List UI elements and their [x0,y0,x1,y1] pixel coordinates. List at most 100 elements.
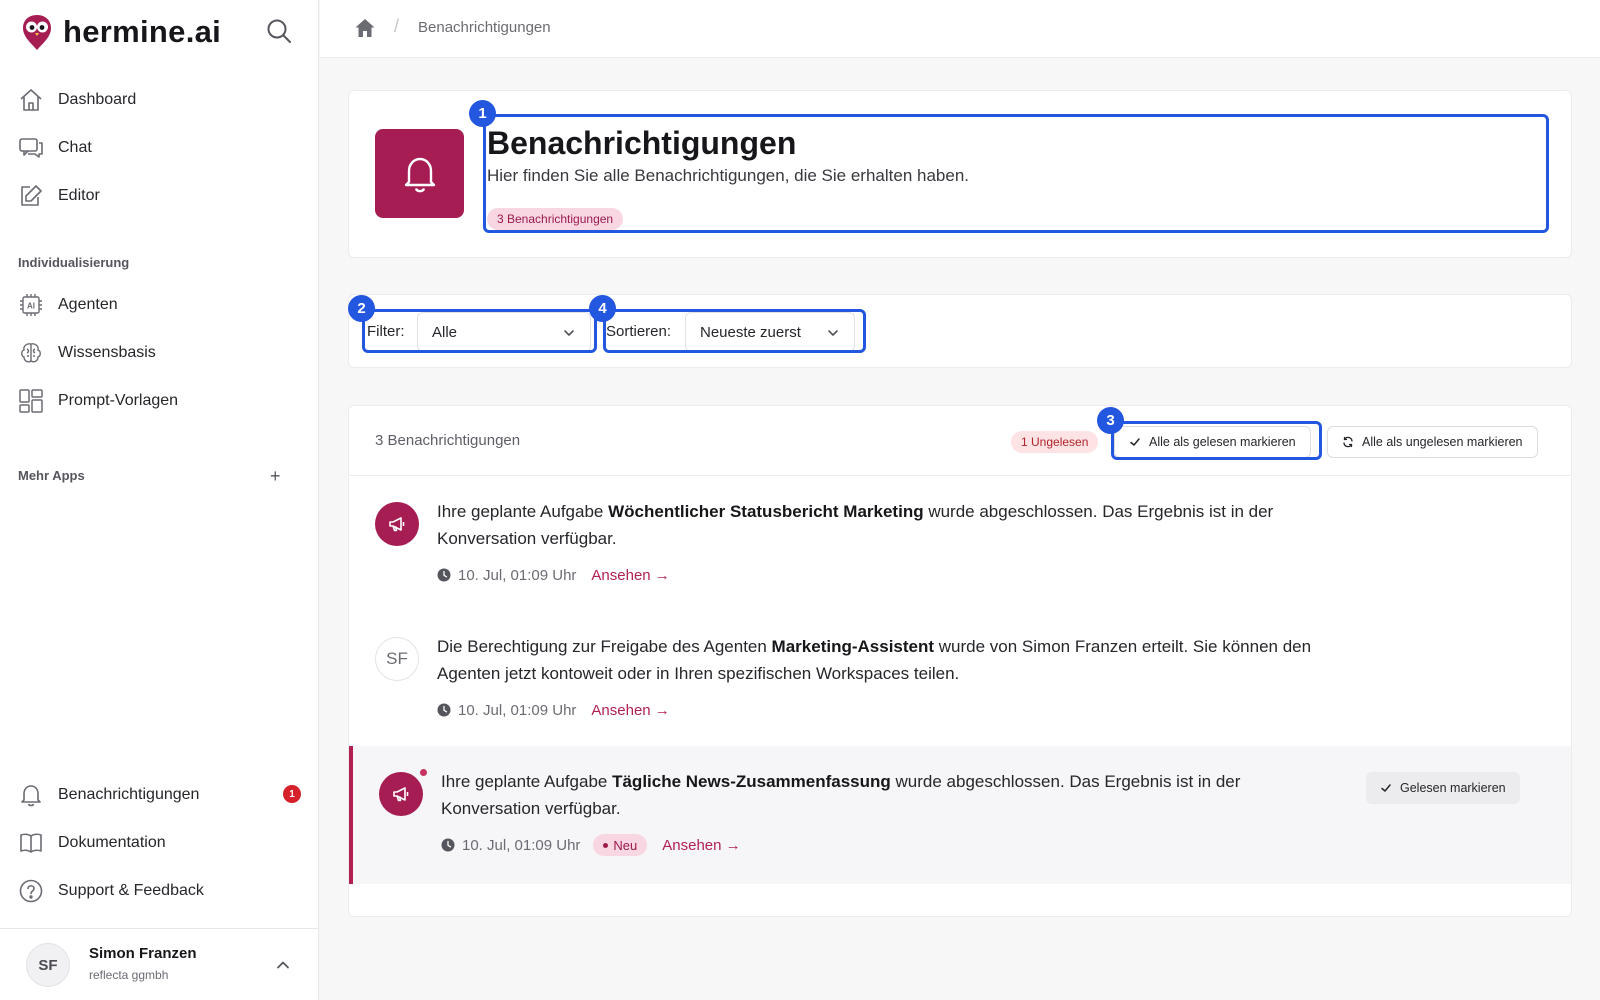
template-icon [19,389,43,413]
notification-text: Ihre geplante Aufgabe Wöchentlicher Stat… [437,502,1274,548]
sidebar-item-chat[interactable]: Chat [18,131,92,165]
brand[interactable]: hermine.ai [20,10,221,54]
home-icon[interactable] [354,17,376,39]
breadcrumb-separator: / [394,16,400,36]
clock-icon [441,838,455,852]
brand-name: hermine.ai [63,14,222,49]
sort-label: Sortieren: [606,323,672,340]
megaphone-icon [375,502,419,546]
check-icon [1381,784,1391,792]
clock-icon [437,568,451,582]
mark-read-button[interactable]: Gelesen markieren [1366,772,1520,804]
edit-icon [21,185,42,206]
sort-select-value: Neueste zuerst [700,323,801,341]
user-panel[interactable]: SF Simon Franzen reflecta ggmbh [0,928,319,1000]
callout-number-2: 2 [348,295,375,322]
sidebar-item-dashboard[interactable]: Dashboard [18,83,136,117]
sidebar-item-label: Chat [58,139,92,156]
callout-number-4: 4 [589,295,616,322]
mark-read-label: Gelesen markieren [1400,781,1506,795]
check-icon [1130,438,1140,446]
notification-list: 3 Benachrichtigungen 1 Ungelesen Alle al… [348,405,1572,917]
view-link[interactable]: Ansehen → [591,567,669,584]
chat-icon [19,138,43,158]
user-name: Simon Franzen [89,945,197,962]
mark-all-unread-label: Alle als ungelesen markieren [1362,435,1523,449]
view-link[interactable]: Ansehen → [591,702,669,719]
sidebar-item-dokumentation[interactable]: Dokumentation [18,826,166,860]
megaphone-icon [379,772,423,816]
chevron-up-icon[interactable] [275,957,291,973]
user-org: reflecta ggmbh [89,968,169,982]
avatar: SF [375,637,419,681]
filter-select-value: Alle [432,323,458,341]
sort-select[interactable]: Neueste zuerst [685,312,855,352]
section-label-individualisierung: Individualisierung [18,255,130,270]
brain-icon [21,343,41,363]
callout-number-1: 1 [469,100,496,127]
bell-icon [21,785,41,807]
notification-item[interactable]: SF Die Berechtigung zur Freigabe des Age… [349,611,1571,749]
ai-chip-icon: AI [20,294,42,316]
notification-text: Ihre geplante Aufgabe Tägliche News-Zusa… [441,772,1241,818]
home-icon [20,89,42,111]
owl-logo-icon [23,15,51,50]
breadcrumb: / Benachrichtigungen [320,0,1600,58]
notification-meta: 10. Jul, 01:09 Uhr Ansehen → [437,564,670,586]
sidebar-item-label: Benachrichtigungen [58,786,200,803]
avatar: SF [26,943,70,987]
add-app-button[interactable]: + [270,466,281,486]
notification-item[interactable]: Ihre geplante Aufgabe Wöchentlicher Stat… [349,476,1571,614]
unread-badge: 1 Ungelesen [1011,431,1099,453]
sidebar-item-editor[interactable]: Editor [18,179,100,213]
page-subtitle: Hier finden Sie alle Benachrichtigungen,… [487,166,969,185]
sidebar-item-label: Wissensbasis [58,344,156,361]
sidebar-item-prompt-vorlagen[interactable]: Prompt-Vorlagen [18,384,178,418]
notification-count-pill: 3 Benachrichtigungen [487,208,624,230]
breadcrumb-current: Benachrichtigungen [418,19,551,36]
page-header-card: Benachrichtigungen Hier finden Sie alle … [348,90,1572,258]
filter-select[interactable]: Alle [417,312,591,352]
search-icon[interactable] [264,16,294,46]
refresh-icon [1343,436,1353,448]
bell-icon [404,157,435,192]
sidebar-item-label: Support & Feedback [58,882,204,899]
unread-dot [418,767,429,778]
notification-time: 10. Jul, 01:09 Uhr [462,836,581,854]
sidebar-item-wissensbasis[interactable]: Wissensbasis [18,336,156,370]
sidebar-item-support[interactable]: Support & Feedback [18,874,204,908]
book-icon [20,833,42,853]
section-label-mehr-apps: Mehr Apps [18,468,85,483]
new-badge: Neu [593,834,648,856]
sidebar-item-label: Dashboard [58,91,137,108]
page-icon [375,129,464,218]
page-title: Benachrichtigungen [487,125,797,161]
sidebar: hermine.ai Dashboard Chat Editor Individ… [0,0,319,1000]
notification-meta: 10. Jul, 01:09 Uhr Ansehen → [437,699,670,721]
svg-text:AI: AI [27,302,35,311]
list-header: 3 Benachrichtigungen 1 Ungelesen Alle al… [349,406,1571,476]
mark-all-read-button[interactable]: Alle als gelesen markieren [1114,426,1311,458]
help-icon [19,879,43,903]
mark-all-unread-button[interactable]: Alle als ungelesen markieren [1327,426,1538,458]
callout-number-3: 3 [1097,407,1124,434]
notification-count-badge: 1 [283,785,301,803]
notification-meta: 10. Jul, 01:09 Uhr Neu Ansehen → [441,834,741,856]
clock-icon [437,703,451,717]
notification-time: 10. Jul, 01:09 Uhr [458,566,577,584]
filter-label: Filter: [367,323,405,340]
sidebar-item-benachrichtigungen[interactable]: Benachrichtigungen [18,778,199,812]
notification-item-unread[interactable]: Ihre geplante Aufgabe Tägliche News-Zusa… [349,746,1571,884]
chevron-down-icon [564,330,574,336]
sidebar-item-label: Prompt-Vorlagen [58,392,179,409]
notification-time: 10. Jul, 01:09 Uhr [458,701,577,719]
sidebar-item-label: Editor [58,187,100,204]
view-link[interactable]: Ansehen → [662,837,740,854]
sidebar-item-label: Dokumentation [58,834,166,851]
filter-bar: Filter: Alle Sortieren: Neueste zuerst [348,294,1572,368]
mark-all-read-label: Alle als gelesen markieren [1149,435,1296,449]
chevron-down-icon [828,330,838,336]
list-count: 3 Benachrichtigungen [375,432,521,449]
sidebar-item-label: Agenten [58,296,118,313]
sidebar-item-agenten[interactable]: AI Agenten [18,288,118,322]
